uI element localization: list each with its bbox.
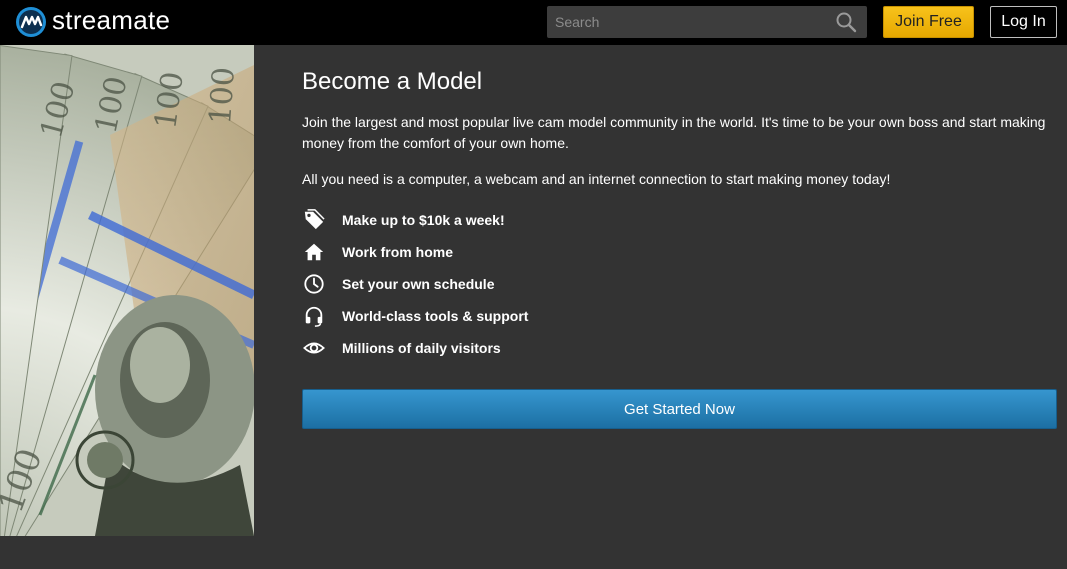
price-tag-icon xyxy=(302,208,326,232)
get-started-button[interactable]: Get Started Now xyxy=(302,389,1057,429)
requirements-paragraph: All you need is a computer, a webcam and… xyxy=(302,171,891,187)
top-navbar: streamate Join Free Log In xyxy=(0,0,1067,45)
search-button[interactable] xyxy=(835,11,857,33)
search-box xyxy=(547,6,867,38)
feature-label: Make up to $10k a week! xyxy=(342,212,505,228)
feature-item: World-class tools & support xyxy=(302,300,1057,332)
feature-label: Millions of daily visitors xyxy=(342,340,501,356)
feature-item: Millions of daily visitors xyxy=(302,332,1057,364)
feature-label: Set your own schedule xyxy=(342,276,495,292)
clock-icon xyxy=(302,272,326,296)
search-icon xyxy=(836,12,857,33)
eye-icon xyxy=(302,336,326,360)
svg-text:100: 100 xyxy=(203,66,242,126)
search-input[interactable] xyxy=(547,6,827,38)
streamate-logo[interactable]: streamate xyxy=(14,5,170,39)
banknotes-illustration: 100 100 100 100 100 xyxy=(0,45,254,536)
feature-item: Set your own schedule xyxy=(302,268,1057,300)
feature-label: World-class tools & support xyxy=(342,308,529,324)
become-model-section: Become a Model Join the largest and most… xyxy=(302,66,1057,364)
logo-text: streamate xyxy=(52,4,171,35)
join-free-button[interactable]: Join Free xyxy=(883,6,974,38)
hero-banknotes-image: 100 100 100 100 100 xyxy=(0,45,254,536)
streamate-logo-icon xyxy=(16,7,46,37)
feature-item: Make up to $10k a week! xyxy=(302,204,1057,236)
intro-paragraph: Join the largest and most popular live c… xyxy=(302,114,1046,151)
page-title: Become a Model xyxy=(302,68,483,95)
home-icon xyxy=(302,240,326,264)
headset-icon xyxy=(302,304,326,328)
feature-label: Work from home xyxy=(342,244,453,260)
feature-item: Work from home xyxy=(302,236,1057,268)
login-button[interactable]: Log In xyxy=(990,6,1057,38)
feature-list: Make up to $10k a week! Work from home S… xyxy=(302,204,1057,364)
